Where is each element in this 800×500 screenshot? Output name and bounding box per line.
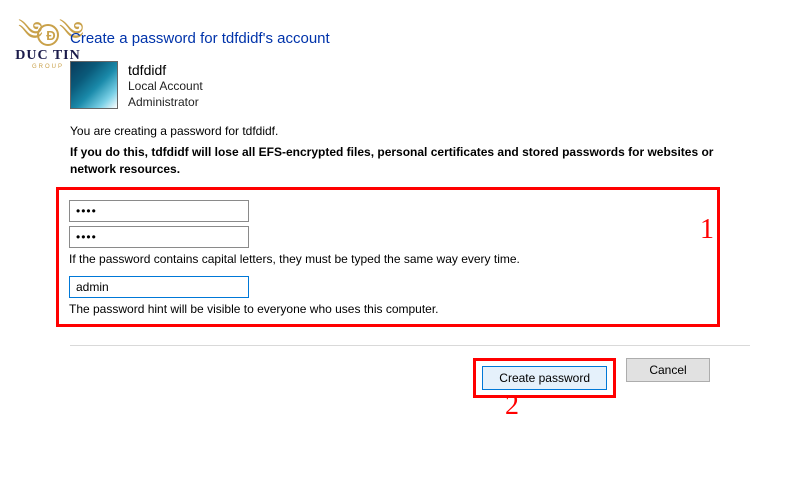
account-role: Administrator bbox=[128, 95, 203, 111]
create-button-highlight: Create password bbox=[473, 358, 616, 398]
new-password-field[interactable] bbox=[69, 200, 249, 222]
annotation-marker-2: 2 bbox=[505, 390, 519, 422]
account-summary: tdfdidf Local Account Administrator bbox=[70, 61, 750, 110]
intro-text: You are creating a password for tdfdidf. bbox=[70, 124, 750, 138]
confirm-password-field[interactable] bbox=[69, 226, 249, 248]
hint-visibility-helper: The password hint will be visible to eve… bbox=[69, 302, 707, 316]
password-hint-field[interactable] bbox=[69, 276, 249, 298]
capital-letter-helper: If the password contains capital letters… bbox=[69, 252, 707, 266]
account-name: tdfdidf bbox=[128, 61, 203, 79]
warning-text: If you do this, tdfdidf will lose all EF… bbox=[70, 144, 750, 176]
form-highlight-box: If the password contains capital letters… bbox=[56, 187, 720, 327]
divider bbox=[70, 345, 750, 346]
cancel-button[interactable]: Cancel bbox=[626, 358, 710, 382]
button-row: Create password Cancel bbox=[70, 358, 750, 398]
user-avatar bbox=[70, 61, 118, 109]
account-type: Local Account bbox=[128, 79, 203, 95]
page-title: Create a password for tdfdidf's account bbox=[70, 30, 750, 47]
annotation-marker-1: 1 bbox=[700, 214, 714, 246]
create-password-button[interactable]: Create password bbox=[482, 366, 607, 390]
